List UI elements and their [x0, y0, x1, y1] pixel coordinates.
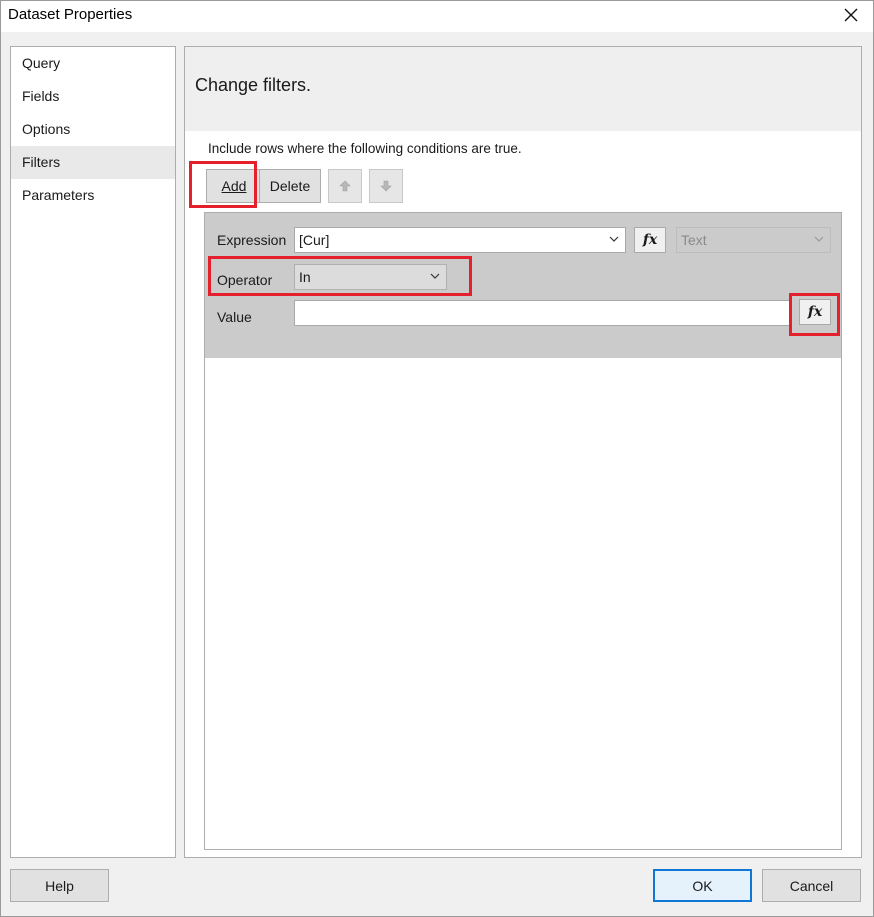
type-combobox[interactable]: Text [676, 227, 831, 253]
cancel-button-label: Cancel [789, 877, 834, 894]
move-down-button[interactable] [369, 169, 403, 203]
operator-value: In [299, 269, 311, 285]
title-bar: Dataset Properties [0, 0, 874, 32]
sidebar-item-parameters[interactable]: Parameters [11, 179, 175, 212]
page-title: Change filters. [195, 75, 312, 95]
close-button[interactable] [838, 3, 864, 27]
add-button-label: Add [221, 178, 247, 194]
expression-value: [Cur] [299, 232, 330, 248]
value-input[interactable] [294, 300, 790, 326]
fx-icon: fx [807, 304, 823, 320]
add-button[interactable]: Add [206, 169, 262, 203]
expression-combobox[interactable]: [Cur] [294, 227, 626, 253]
arrow-down-icon [380, 180, 392, 192]
sidebar-item-options[interactable]: Options [11, 113, 175, 146]
arrow-up-icon [339, 180, 351, 192]
cancel-button[interactable]: Cancel [762, 869, 861, 902]
type-value: Text [681, 232, 707, 248]
delete-button[interactable]: Delete [259, 169, 321, 203]
help-button[interactable]: Help [10, 869, 109, 902]
chevron-down-icon [609, 236, 619, 242]
move-up-button[interactable] [328, 169, 362, 203]
filter-list: Expression [Cur] fx Text Operator In Val… [204, 212, 842, 850]
page-header: Change filters. [185, 47, 861, 131]
operator-combobox[interactable]: In [294, 264, 447, 290]
sidebar-item-fields[interactable]: Fields [11, 80, 175, 113]
chevron-down-icon [430, 273, 440, 279]
ok-button[interactable]: OK [653, 869, 752, 902]
filter-row[interactable]: Expression [Cur] fx Text Operator In Val… [205, 213, 841, 358]
fx-icon: fx [642, 232, 658, 248]
sidebar-item-filters[interactable]: Filters [11, 146, 175, 179]
ok-button-label: OK [692, 877, 713, 894]
window-title: Dataset Properties [8, 6, 133, 23]
delete-button-label: Delete [269, 178, 311, 194]
value-label: Value [217, 309, 252, 325]
filters-page: Change filters. Include rows where the f… [184, 46, 862, 858]
close-icon [844, 8, 858, 22]
chevron-down-icon [814, 236, 824, 242]
value-fx-button[interactable]: fx [799, 299, 831, 325]
sidebar-nav: Query Fields Options Filters Parameters [10, 46, 176, 858]
instruction-text: Include rows where the following conditi… [208, 141, 522, 156]
expression-label: Expression [217, 232, 287, 248]
operator-label: Operator [217, 272, 273, 288]
help-button-label: Help [45, 877, 74, 894]
sidebar-item-query[interactable]: Query [11, 47, 175, 80]
expression-fx-button[interactable]: fx [634, 227, 666, 253]
